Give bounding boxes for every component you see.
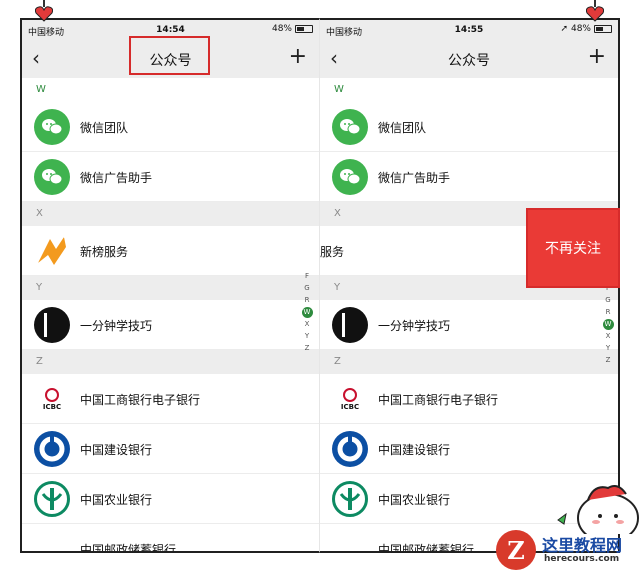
account-name: 一分钟学技巧 xyxy=(80,319,153,333)
account-name: 中国农业银行 xyxy=(80,493,153,507)
cartoon-cat-icon xyxy=(556,480,640,543)
unfollow-button[interactable]: 不再关注 xyxy=(526,208,620,288)
section-header-z: Z xyxy=(320,350,618,374)
section-header-w: W xyxy=(22,78,319,102)
account-name: 中国建设银行 xyxy=(378,443,451,457)
section-header-w: W xyxy=(320,78,618,102)
list-item[interactable]: 微信团队 xyxy=(22,102,319,152)
xinbang-logo xyxy=(34,233,70,269)
battery-percent: 48% xyxy=(271,24,292,34)
icbc-logo: ICBC xyxy=(332,381,368,417)
battery-icon xyxy=(594,25,612,33)
section-header-y: Y xyxy=(22,276,319,300)
status-bar: 中国移动 14:55 ➚ 48% xyxy=(320,20,618,40)
battery-icon xyxy=(295,25,313,33)
battery-percent: 48% xyxy=(570,24,591,34)
account-name: 新榜服务 xyxy=(80,245,129,259)
abc-logo xyxy=(34,481,70,517)
list-item[interactable]: 微信广告助手 xyxy=(22,152,319,202)
account-name: 微信团队 xyxy=(80,121,129,135)
account-name: 微信团队 xyxy=(378,121,427,135)
account-name: 微信广告助手 xyxy=(80,171,153,185)
abc-logo xyxy=(332,481,368,517)
account-name: 中国工商银行电子银行 xyxy=(378,393,499,407)
title-highlight-box xyxy=(129,36,210,75)
plus-icon[interactable]: + xyxy=(588,45,606,69)
page-title: 公众号 xyxy=(448,53,490,69)
site-url: herecours.com xyxy=(544,554,620,564)
wechat-icon xyxy=(34,109,70,145)
account-name: 中国邮政储蓄银行 xyxy=(378,543,475,553)
heart-pin-icon xyxy=(33,0,55,22)
account-name: 中国建设银行 xyxy=(80,443,153,457)
account-name-partial: 服务 xyxy=(320,245,345,259)
location-arrow-icon: ➚ xyxy=(560,24,568,34)
account-name: 中国邮政储蓄银行 xyxy=(80,543,177,553)
account-name: 中国农业银行 xyxy=(378,493,451,507)
wechat-icon xyxy=(34,159,70,195)
psbc-logo xyxy=(34,531,70,551)
list-item[interactable]: ICBC 中国工商银行电子银行 xyxy=(320,374,618,424)
list-item[interactable]: 中国邮政储蓄银行 xyxy=(22,524,319,553)
left-phone-screen: 中国移动 14:54 48% ‹ 公众号 + W 微信团队 微信广告助手 X 新… xyxy=(20,18,320,553)
ccb-logo xyxy=(332,431,368,467)
list-item[interactable]: 新榜服务 xyxy=(22,226,319,276)
alphabet-index[interactable]: F G R W X Y Z xyxy=(602,282,614,366)
alphabet-index[interactable]: F G R W X Y Z xyxy=(301,270,313,354)
wechat-icon xyxy=(332,109,368,145)
site-logo: Z xyxy=(496,530,536,570)
ccb-logo xyxy=(34,431,70,467)
list-item[interactable]: 一分钟学技巧 xyxy=(320,300,618,350)
list-item[interactable]: 微信团队 xyxy=(320,102,618,152)
list-item[interactable]: 中国建设银行 xyxy=(22,424,319,474)
section-header-x: X xyxy=(22,202,319,226)
account-name: 一分钟学技巧 xyxy=(378,319,451,333)
section-header-z: Z xyxy=(22,350,319,374)
heart-pin-icon xyxy=(584,0,606,22)
yifen-logo xyxy=(34,307,70,343)
list-item[interactable]: 中国建设银行 xyxy=(320,424,618,474)
yifen-logo xyxy=(332,307,368,343)
wechat-icon xyxy=(332,159,368,195)
nav-bar: ‹ 公众号 + xyxy=(320,40,618,78)
watermark: Z 这里教程网 herecours.com xyxy=(494,528,640,573)
account-name: 中国工商银行电子银行 xyxy=(80,393,201,407)
list-item[interactable]: 一分钟学技巧 xyxy=(22,300,319,350)
icbc-logo: ICBC xyxy=(34,381,70,417)
account-name: 微信广告助手 xyxy=(378,171,451,185)
list-item[interactable]: 微信广告助手 xyxy=(320,152,618,202)
psbc-logo xyxy=(332,531,368,551)
list-item[interactable]: ICBC 中国工商银行电子银行 xyxy=(22,374,319,424)
site-title: 这里教程网 xyxy=(542,536,623,555)
list-item[interactable]: 中国农业银行 xyxy=(22,474,319,524)
plus-icon[interactable]: + xyxy=(289,45,307,69)
